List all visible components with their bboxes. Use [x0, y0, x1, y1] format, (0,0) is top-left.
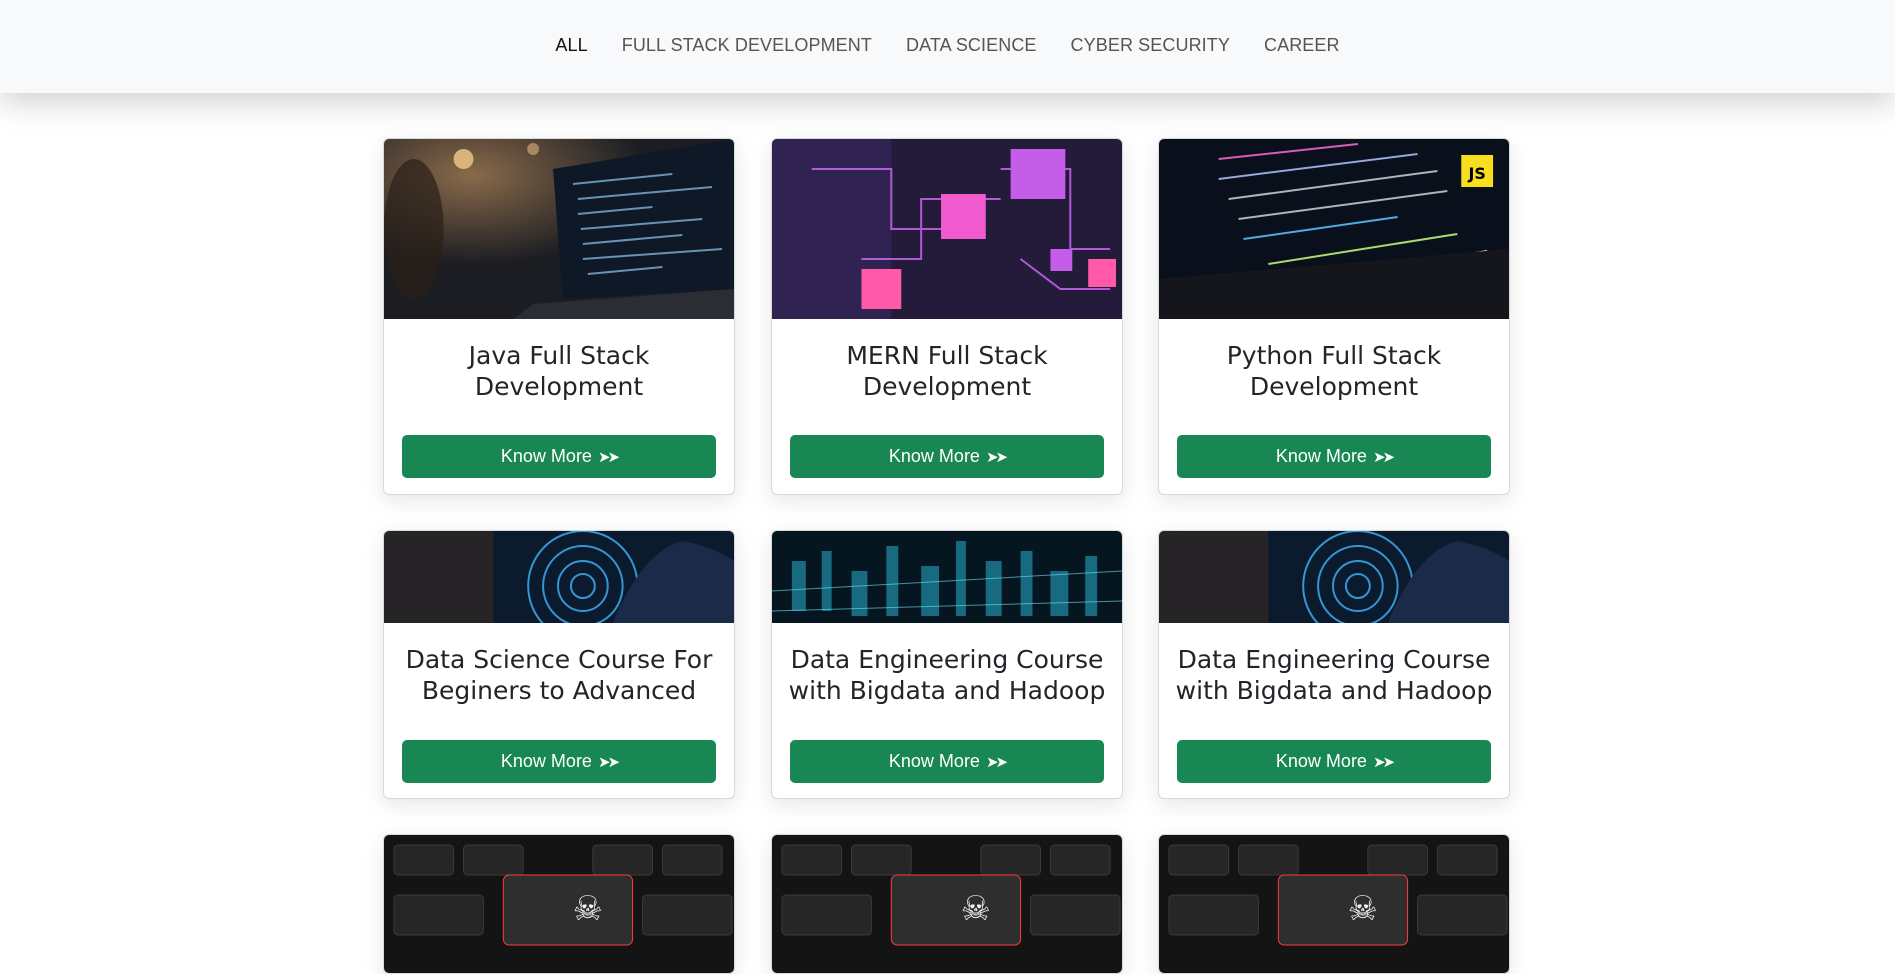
course-card: MERN Full Stack Development Know More ➤➤: [771, 138, 1123, 495]
course-card: ☠: [1158, 834, 1510, 974]
course-card: Data Engineering Course with Bigdata and…: [771, 530, 1123, 799]
course-card: Java Full Stack Development Know More ➤➤: [383, 138, 735, 495]
double-chevron-right-icon: ➤➤: [985, 448, 1008, 466]
nav-item-data-science[interactable]: DATA SCIENCE: [889, 35, 1054, 56]
course-card: Data Science Course For Beginers to Adva…: [383, 530, 735, 799]
course-title: MERN Full Stack Development: [846, 341, 1048, 401]
laptop-code-image: [384, 139, 734, 319]
button-label: Know More: [888, 446, 980, 466]
skull-keyboard-image: ☠: [772, 835, 1122, 973]
skull-keyboard-image: ☠: [384, 835, 734, 973]
course-title: Data Engineering Course with Bigdata and…: [1175, 645, 1493, 705]
double-chevron-right-icon: ➤➤: [1372, 753, 1395, 771]
tech-hand-image: [384, 531, 734, 623]
svg-text:☠: ☠: [961, 889, 991, 928]
know-more-button[interactable]: Know More ➤➤: [402, 740, 716, 783]
know-more-button[interactable]: Know More ➤➤: [402, 435, 716, 478]
svg-text:☠: ☠: [573, 889, 603, 928]
double-chevron-right-icon: ➤➤: [597, 753, 620, 771]
course-card: ☠: [383, 834, 735, 974]
course-card: Data Engineering Course with Bigdata and…: [1158, 530, 1510, 799]
button-label: Know More: [500, 446, 592, 466]
data-city-image: [772, 531, 1122, 623]
course-title: Python Full Stack Development: [1226, 341, 1442, 401]
svg-text:JS: JS: [1467, 164, 1485, 183]
skull-keyboard-image: ☠: [1159, 835, 1509, 973]
nav-item-cyber-security[interactable]: CYBER SECURITY: [1054, 35, 1247, 56]
course-title: Data Engineering Course with Bigdata and…: [788, 645, 1106, 705]
double-chevron-right-icon: ➤➤: [985, 753, 1008, 771]
nav-item-full-stack-development[interactable]: FULL STACK DEVELOPMENT: [605, 35, 889, 56]
know-more-button[interactable]: Know More ➤➤: [790, 435, 1104, 478]
course-title: Data Science Course For Beginers to Adva…: [405, 645, 713, 705]
nav-item-all[interactable]: ALL: [538, 35, 604, 56]
js-code-screen-image: JS: [1159, 139, 1509, 319]
double-chevron-right-icon: ➤➤: [1372, 448, 1395, 466]
button-label: Know More: [1275, 446, 1367, 466]
button-label: Know More: [500, 751, 592, 771]
course-title: Java Full Stack Development: [468, 341, 650, 401]
nav-item-career[interactable]: CAREER: [1247, 35, 1357, 56]
double-chevron-right-icon: ➤➤: [597, 448, 620, 466]
svg-text:☠: ☠: [1348, 889, 1378, 928]
know-more-button[interactable]: Know More ➤➤: [790, 740, 1104, 783]
course-card: ☠: [771, 834, 1123, 974]
button-label: Know More: [888, 751, 980, 771]
know-more-button[interactable]: Know More ➤➤: [1177, 740, 1491, 783]
category-nav: ALL FULL STACK DEVELOPMENT DATA SCIENCE …: [0, 0, 1895, 93]
course-card: JS Python Full Stack Development Know Mo…: [1158, 138, 1510, 495]
network-cubes-image: [772, 139, 1122, 319]
know-more-button[interactable]: Know More ➤➤: [1177, 435, 1491, 478]
tech-hand-image: [1159, 531, 1509, 623]
button-label: Know More: [1275, 751, 1367, 771]
